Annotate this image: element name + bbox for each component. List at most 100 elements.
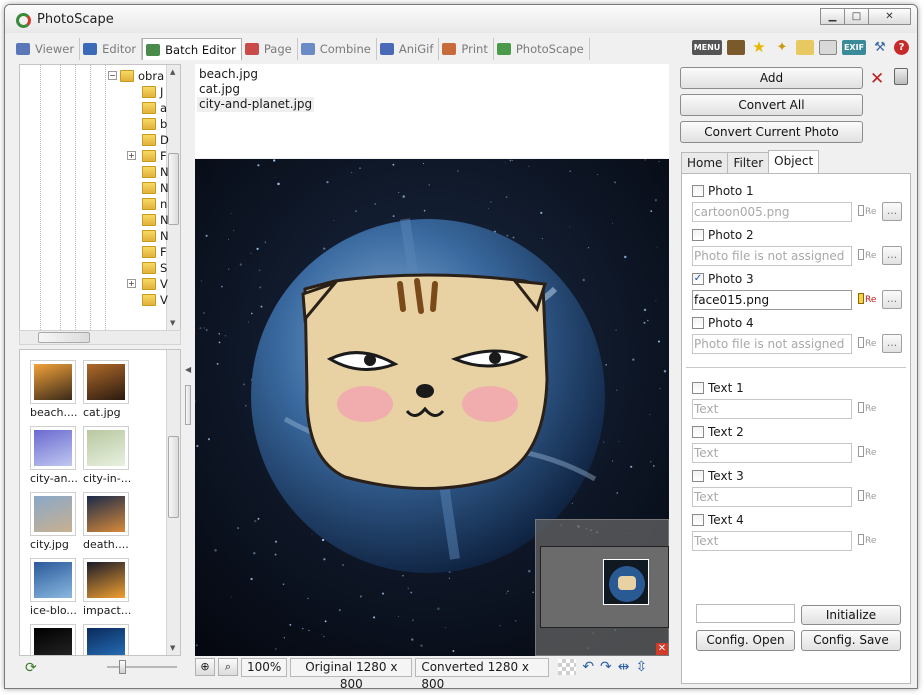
tab-filter[interactable]: Filter [727, 152, 770, 173]
edit-object-icon[interactable]: Re [858, 203, 878, 221]
text-3-checkbox-row[interactable]: Text 3 [692, 469, 744, 483]
tree-scroll-thumb[interactable] [168, 153, 179, 225]
maximize-button[interactable]: □ [844, 8, 869, 25]
edit-object-icon[interactable]: Re [858, 444, 878, 462]
thumbnail-item[interactable]: beach.... [30, 360, 82, 419]
scroll-up-arrow-icon[interactable]: ▲ [170, 68, 175, 76]
tree-vertical-scrollbar[interactable]: ▲ ▼ [166, 65, 180, 330]
actual-size-icon[interactable]: ⊕ [195, 658, 215, 676]
initialize-button[interactable]: Initialize [801, 605, 901, 625]
tree-item[interactable]: J [142, 84, 163, 100]
star-icon[interactable]: ★ [750, 40, 768, 55]
tree-item[interactable]: N [142, 180, 169, 196]
edit-object-icon[interactable]: Re [858, 532, 878, 550]
slider-knob[interactable] [119, 660, 126, 674]
flip-vertical-icon[interactable]: ⇳ [636, 659, 648, 675]
browse-button[interactable]: ... [882, 334, 902, 353]
thumbnail-item[interactable] [30, 624, 82, 655]
collapse-icon[interactable]: − [108, 71, 117, 80]
tab-photoscape[interactable]: PhotoScape [494, 38, 590, 60]
menu-icon[interactable]: MENU [692, 40, 722, 55]
film-icon[interactable] [727, 40, 745, 55]
text-field[interactable]: Text [692, 487, 852, 507]
text-2-checkbox-row[interactable]: Text 2 [692, 425, 744, 439]
tree-item[interactable]: F [142, 148, 167, 164]
navigator-viewport[interactable] [540, 546, 669, 628]
tree-item[interactable]: N [142, 212, 169, 228]
photo-field[interactable]: face015.png [692, 290, 852, 310]
rotate-left-icon[interactable]: ↶ [582, 659, 594, 675]
text-field[interactable]: Text [692, 443, 852, 463]
wand-icon[interactable]: ✦ [773, 40, 791, 55]
preset-field[interactable] [696, 604, 795, 623]
remove-icon[interactable]: ✕ [870, 69, 884, 89]
config-save-button[interactable]: Config. Save [801, 630, 901, 651]
edit-object-icon[interactable]: Re [858, 488, 878, 506]
photo-checkbox[interactable] [692, 185, 704, 197]
navigator-close-icon[interactable]: ✕ [656, 643, 668, 655]
tree-item[interactable]: D [142, 132, 169, 148]
copy-icon[interactable] [819, 40, 837, 55]
thumbnail-item[interactable]: impact... [83, 558, 135, 617]
collapse-arrow-icon[interactable]: ◀ [185, 365, 191, 374]
tab-editor[interactable]: Editor [80, 38, 143, 60]
tree-item[interactable]: N [142, 228, 169, 244]
panel-splitter[interactable] [185, 385, 191, 425]
tab-page[interactable]: Page [242, 38, 298, 60]
flip-horizontal-icon[interactable]: ⇹ [618, 659, 630, 675]
rotate-right-icon[interactable]: ↷ [600, 659, 612, 675]
photo-field[interactable]: cartoon005.png [692, 202, 852, 222]
thumbs-scroll-thumb[interactable] [168, 436, 179, 518]
tab-batch-editor[interactable]: Batch Editor [142, 38, 242, 60]
file-list-item[interactable]: beach.jpg [197, 67, 260, 82]
thumbnail-item[interactable]: cat.jpg [83, 360, 135, 419]
tree-item[interactable]: S [142, 260, 167, 276]
thumbnail-item[interactable]: city-an... [30, 426, 82, 485]
browse-button[interactable]: ... [882, 246, 902, 265]
navigator-panel[interactable]: ✕ [535, 519, 669, 656]
text-checkbox[interactable] [692, 382, 704, 394]
text-field[interactable]: Text [692, 399, 852, 419]
convert-all-button[interactable]: Convert All [680, 94, 863, 116]
tab-print[interactable]: Print [439, 38, 494, 60]
photo-field[interactable]: Photo file is not assigned [692, 246, 852, 266]
transparency-icon[interactable] [558, 659, 577, 675]
thumbnail-item[interactable]: city-in-... [83, 426, 135, 485]
folder-tree[interactable]: ▲ ▼ obra − Ja b D F N + Nn N N F S V V + [19, 64, 181, 331]
file-list-item[interactable]: cat.jpg [197, 82, 242, 97]
photo-2-checkbox-row[interactable]: Photo 2 [692, 228, 754, 242]
photo-checkbox[interactable]: ✓ [692, 273, 704, 285]
tab-home[interactable]: Home [681, 152, 729, 173]
edit-object-icon[interactable]: Re [858, 335, 878, 353]
text-field[interactable]: Text [692, 531, 852, 551]
close-button[interactable]: ✕ [868, 8, 911, 25]
exif-icon[interactable]: EXIF [842, 40, 866, 55]
navigator-thumbnail[interactable] [603, 559, 649, 605]
tree-item[interactable]: n [142, 196, 167, 212]
tree-item[interactable]: V [142, 276, 168, 292]
convert-current-button[interactable]: Convert Current Photo [680, 121, 863, 143]
refresh-icon[interactable]: ⟳ [25, 660, 37, 676]
thumbnail-item[interactable]: death.... [83, 492, 135, 551]
tree-item-root[interactable]: obra [120, 68, 164, 84]
tree-item[interactable]: F [142, 244, 167, 260]
tree-horizontal-scrollbar[interactable] [19, 330, 181, 345]
text-1-checkbox-row[interactable]: Text 1 [692, 381, 744, 395]
text-4-checkbox-row[interactable]: Text 4 [692, 513, 744, 527]
thumbnail-size-slider[interactable] [107, 666, 177, 668]
scroll-down-arrow-icon[interactable]: ▼ [170, 319, 175, 327]
help-icon[interactable]: ? [894, 40, 909, 55]
text-checkbox[interactable] [692, 470, 704, 482]
photo-4-checkbox-row[interactable]: Photo 4 [692, 316, 754, 330]
edit-object-icon[interactable]: Re [858, 247, 878, 265]
edit-object-icon[interactable]: Re [858, 400, 878, 418]
photo-3-checkbox-row[interactable]: ✓ Photo 3 [692, 272, 754, 286]
config-open-button[interactable]: Config. Open [696, 630, 795, 651]
tree-item[interactable]: V [142, 292, 168, 308]
edit-object-icon[interactable]: Re [858, 291, 878, 309]
thumbnail-item[interactable]: city.jpg [30, 492, 82, 551]
tab-viewer[interactable]: Viewer [13, 38, 81, 60]
tab-anigif[interactable]: AniGif [377, 38, 440, 60]
photo-checkbox[interactable] [692, 229, 704, 241]
tools-icon[interactable]: ⚒ [871, 40, 889, 55]
